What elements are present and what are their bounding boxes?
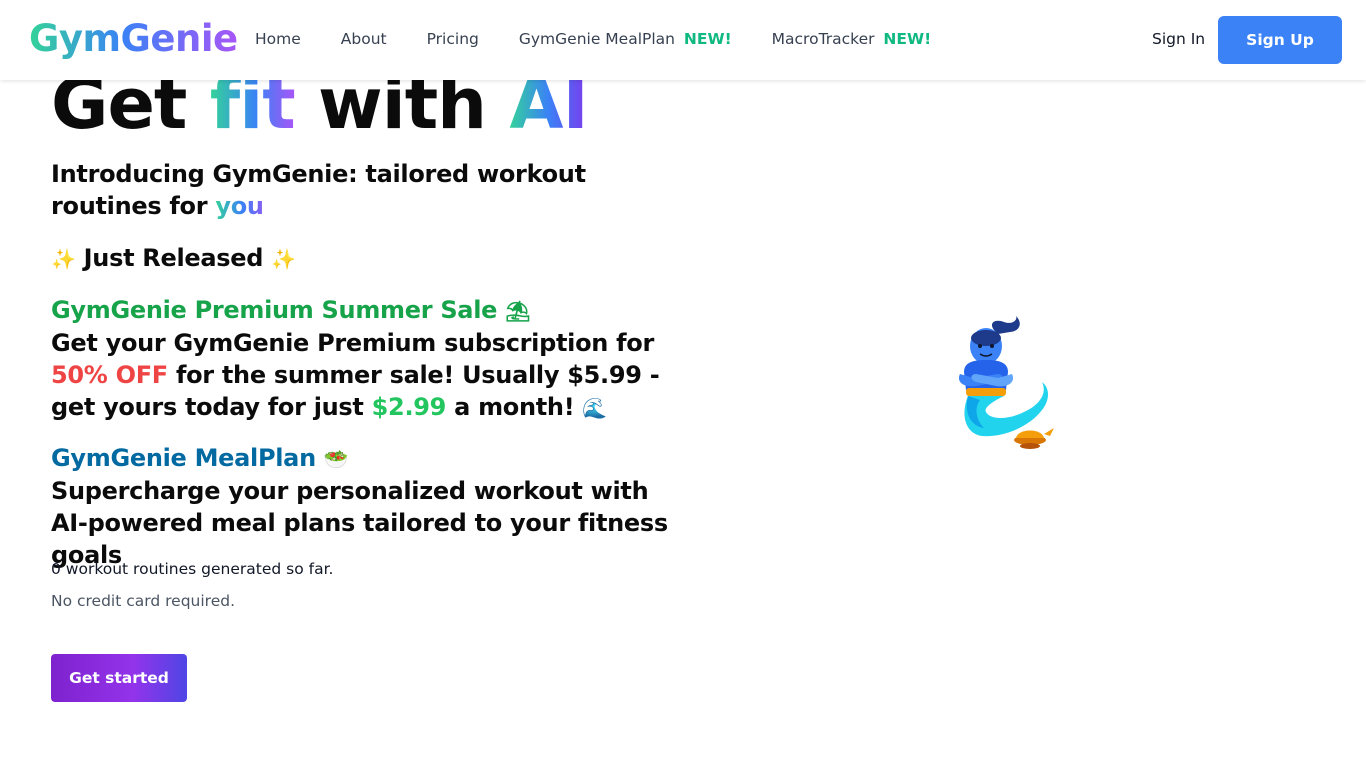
get-started-button[interactable]: Get started [51, 654, 187, 702]
nav-macrotracker-label: MacroTracker [771, 30, 875, 48]
hero-intro: Introducing GymGenie: tailored workout r… [51, 158, 691, 222]
sale-text: a month! [446, 393, 583, 421]
summer-sale-block: GymGenie Premium Summer Sale ⛱ Get your … [51, 294, 691, 424]
logo[interactable]: GymGenie [29, 17, 238, 60]
new-badge: NEW! [683, 30, 732, 48]
nav-mealplan-label: GymGenie MealPlan [518, 30, 675, 48]
new-badge: NEW! [883, 30, 932, 48]
released-text: Just Released [75, 244, 272, 272]
mealplan-block: GymGenie MealPlan 🥗 Supercharge your per… [51, 442, 691, 571]
wave-icon: 🌊 [582, 396, 608, 420]
sale-title-text: GymGenie Premium Summer Sale [51, 296, 506, 324]
sale-discount: 50% OFF [51, 361, 168, 389]
sale-description: Get your GymGenie Premium subscription f… [51, 327, 691, 424]
sale-title: GymGenie Premium Summer Sale ⛱ [51, 294, 691, 327]
intro-you: you [215, 192, 264, 220]
genie-icon [958, 316, 1054, 449]
sparkles-icon: ✨ [51, 247, 76, 271]
just-released-heading: ✨ Just Released ✨ [51, 242, 296, 275]
sale-price: $2.99 [371, 393, 447, 421]
sign-in-link[interactable]: Sign In [1152, 30, 1205, 48]
nav-pricing-link[interactable]: Pricing [427, 30, 479, 48]
nav-pricing-label: Pricing [426, 30, 479, 48]
navbar: GymGenie Home About Pricing GymGenie Mea… [0, 0, 1366, 80]
nav-about-label: About [340, 30, 387, 48]
beach-umbrella-icon: ⛱ [505, 299, 531, 323]
nav-home-link[interactable]: Home [255, 30, 301, 48]
no-credit-card-note: No credit card required. [51, 592, 236, 610]
intro-text: Introducing GymGenie: tailored workout r… [51, 160, 586, 220]
nav-links: Home About Pricing GymGenie MealPlan NEW… [255, 30, 971, 48]
mealplan-description: Supercharge your personalized workout wi… [51, 477, 668, 569]
sale-text: Get your GymGenie Premium subscription f… [51, 329, 654, 357]
nav-mealplan-link[interactable]: GymGenie MealPlan NEW! [519, 30, 732, 48]
sparkles-icon: ✨ [271, 247, 296, 271]
mealplan-title: GymGenie MealPlan 🥗 [51, 442, 691, 475]
nav-home-label: Home [255, 30, 301, 48]
nav-about-link[interactable]: About [341, 30, 387, 48]
nav-macrotracker-link[interactable]: MacroTracker NEW! [772, 30, 932, 48]
salad-icon: 🥗 [323, 447, 349, 471]
mealplan-title-text: GymGenie MealPlan [51, 444, 324, 472]
routines-count: 0 workout routines generated so far. [51, 560, 334, 578]
sign-up-button[interactable]: Sign Up [1218, 16, 1342, 64]
